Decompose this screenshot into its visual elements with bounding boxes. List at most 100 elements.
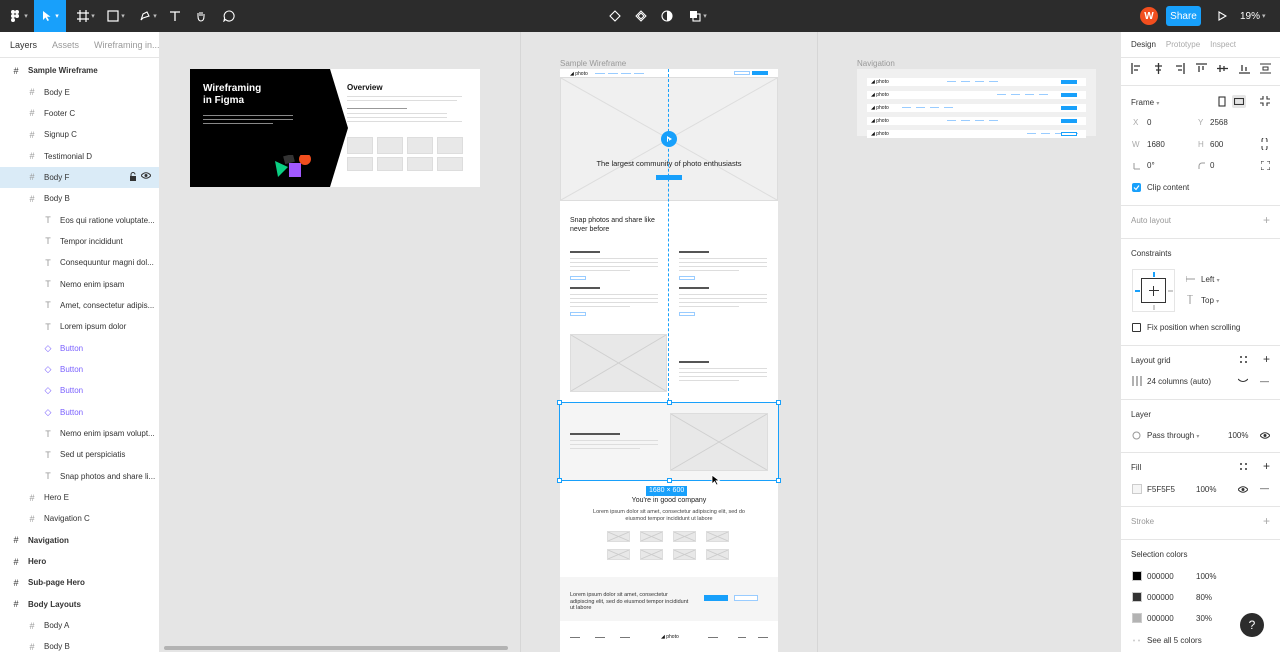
- selection-color-swatch[interactable]: [1132, 571, 1142, 581]
- comment-tool-button[interactable]: [218, 0, 240, 32]
- layer-row[interactable]: T Nemo enim ipsam volupt...: [0, 423, 159, 444]
- layer-row[interactable]: # Sample Wireframe: [0, 60, 159, 81]
- frame-type-dropdown[interactable]: Frame ▾: [1131, 98, 1159, 107]
- selection-color-opacity[interactable]: 100%: [1196, 572, 1216, 581]
- corner-radius-input[interactable]: 0: [1210, 161, 1214, 170]
- x-input[interactable]: 0: [1147, 118, 1151, 127]
- align-bottom-icon[interactable]: [1238, 63, 1250, 74]
- resize-handle[interactable]: [667, 400, 672, 405]
- constraints-widget[interactable]: [1132, 269, 1175, 312]
- vertical-constraint-dropdown[interactable]: Top ▾: [1201, 296, 1219, 305]
- constraint-bottom-indicator[interactable]: [1153, 305, 1155, 310]
- fix-position-checkbox[interactable]: [1132, 323, 1141, 332]
- layer-row[interactable]: T Sed ut perspiciatis: [0, 444, 159, 465]
- see-all-colors-link[interactable]: See all 5 colors: [1147, 636, 1202, 645]
- present-button[interactable]: [1212, 0, 1232, 32]
- layer-row[interactable]: # Body B: [0, 636, 159, 652]
- layer-row[interactable]: # Testimonial D: [0, 145, 159, 166]
- user-avatar[interactable]: W: [1140, 7, 1158, 25]
- selection-color-swatch[interactable]: [1132, 592, 1142, 602]
- pen-tool-button[interactable]: ▾: [134, 0, 162, 32]
- clip-content-checkbox[interactable]: [1132, 183, 1141, 192]
- distribute-icon[interactable]: [1260, 63, 1271, 74]
- remove-fill-icon[interactable]: —: [1260, 483, 1269, 493]
- tab-inspect[interactable]: Inspect: [1210, 40, 1236, 49]
- resize-to-fit-icon[interactable]: [1260, 96, 1270, 106]
- blend-mode-dropdown[interactable]: Pass through ▾: [1147, 431, 1199, 440]
- selection-color-swatch[interactable]: [1132, 613, 1142, 623]
- tab-assets[interactable]: Assets: [52, 40, 79, 50]
- align-center-h-icon[interactable]: [1153, 63, 1164, 74]
- layer-row[interactable]: T Snap photos and share li...: [0, 466, 159, 487]
- tab-prototype[interactable]: Prototype: [1166, 40, 1200, 49]
- fill-hex-input[interactable]: F5F5F5: [1147, 485, 1175, 494]
- align-right-icon[interactable]: [1174, 63, 1185, 74]
- resize-handle[interactable]: [557, 478, 562, 483]
- boolean-button[interactable]: ▾: [684, 0, 712, 32]
- page-selector[interactable]: Wireframing in... ▾: [94, 40, 159, 50]
- selection-color-opacity[interactable]: 80%: [1196, 593, 1212, 602]
- text-tool-button[interactable]: [164, 0, 186, 32]
- layer-opacity-input[interactable]: 100%: [1228, 431, 1248, 440]
- eye-icon[interactable]: [1238, 486, 1248, 493]
- selection-color-opacity[interactable]: 30%: [1196, 614, 1212, 623]
- portrait-icon[interactable]: [1218, 96, 1226, 107]
- layer-row[interactable]: # Body B: [0, 188, 159, 209]
- align-center-v-icon[interactable]: [1217, 63, 1228, 74]
- share-button[interactable]: Share: [1166, 6, 1201, 26]
- navigation-frame-label[interactable]: Navigation: [857, 59, 895, 68]
- fill-styles-icon[interactable]: [1239, 462, 1248, 471]
- layer-row[interactable]: ◇ Button: [0, 359, 159, 380]
- mask-button[interactable]: [630, 0, 652, 32]
- layer-row[interactable]: T Lorem ipsum dolor: [0, 316, 159, 337]
- constraint-center-h[interactable]: [1149, 290, 1159, 291]
- constraint-center-v[interactable]: [1153, 286, 1154, 296]
- hidden-eye-icon[interactable]: [1238, 378, 1248, 384]
- layer-row[interactable]: # Body A: [0, 615, 159, 636]
- layer-row[interactable]: ◇ Button: [0, 337, 159, 358]
- tab-design[interactable]: Design: [1131, 40, 1156, 49]
- selection-color-hex[interactable]: 000000: [1147, 614, 1174, 623]
- layer-row[interactable]: # Body F: [0, 166, 159, 189]
- lock-icon[interactable]: [129, 171, 137, 181]
- constraint-left-indicator[interactable]: [1135, 290, 1140, 292]
- add-stroke-button[interactable]: +: [1263, 514, 1270, 528]
- cover-frame[interactable]: Wireframing in Figma Overview: [190, 69, 480, 187]
- fill-opacity-input[interactable]: 100%: [1196, 485, 1216, 494]
- constraint-right-indicator[interactable]: [1168, 290, 1173, 292]
- layer-row[interactable]: # Hero E: [0, 487, 159, 508]
- layer-row[interactable]: T Eos qui ratione voluptate...: [0, 209, 159, 230]
- selection-box[interactable]: [557, 400, 781, 483]
- layer-row[interactable]: T Amet, consectetur adipis...: [0, 295, 159, 316]
- constrain-proportions-icon[interactable]: [1261, 138, 1268, 150]
- frame-tool-button[interactable]: ▾: [72, 0, 100, 32]
- hand-tool-button[interactable]: [190, 0, 212, 32]
- layer-row[interactable]: ◇ Button: [0, 380, 159, 401]
- layer-row[interactable]: # Navigation C: [0, 508, 159, 529]
- grid-more-icon[interactable]: —: [1260, 376, 1269, 386]
- layer-row[interactable]: # Body Layouts: [0, 594, 159, 615]
- component-button[interactable]: [604, 0, 626, 32]
- navigation-frame[interactable]: ◢ photo ◢ photo ◢ photo ◢ photo ◢ photo: [857, 69, 1096, 138]
- rotation-input[interactable]: 0°: [1147, 161, 1155, 170]
- layer-row[interactable]: T Nemo enim ipsam: [0, 273, 159, 294]
- add-auto-layout-button[interactable]: +: [1263, 213, 1270, 227]
- layer-row[interactable]: T Consequuntur magni dol...: [0, 252, 159, 273]
- layout-grid-value[interactable]: 24 columns (auto): [1147, 377, 1211, 386]
- independent-corners-icon[interactable]: [1261, 161, 1270, 170]
- landscape-button[interactable]: [1232, 95, 1246, 108]
- constraint-top-indicator[interactable]: [1153, 272, 1155, 277]
- tab-layers[interactable]: Layers: [10, 40, 37, 50]
- resize-handle[interactable]: [557, 400, 562, 405]
- horizontal-constraint-dropdown[interactable]: Left ▾: [1201, 275, 1220, 284]
- height-input[interactable]: 600: [1210, 140, 1223, 149]
- selection-color-hex[interactable]: 000000: [1147, 593, 1174, 602]
- y-input[interactable]: 2568: [1210, 118, 1228, 127]
- grid-styles-icon[interactable]: [1239, 355, 1248, 364]
- zoom-dropdown[interactable]: 19% ▾: [1240, 0, 1266, 32]
- layer-row[interactable]: # Hero: [0, 551, 159, 572]
- canvas[interactable]: Wireframing in Figma Overview Sample Wir…: [160, 32, 1120, 652]
- fill-swatch[interactable]: [1132, 484, 1142, 494]
- layer-row[interactable]: ◇ Button: [0, 402, 159, 423]
- layer-row[interactable]: T Tempor incididunt: [0, 231, 159, 252]
